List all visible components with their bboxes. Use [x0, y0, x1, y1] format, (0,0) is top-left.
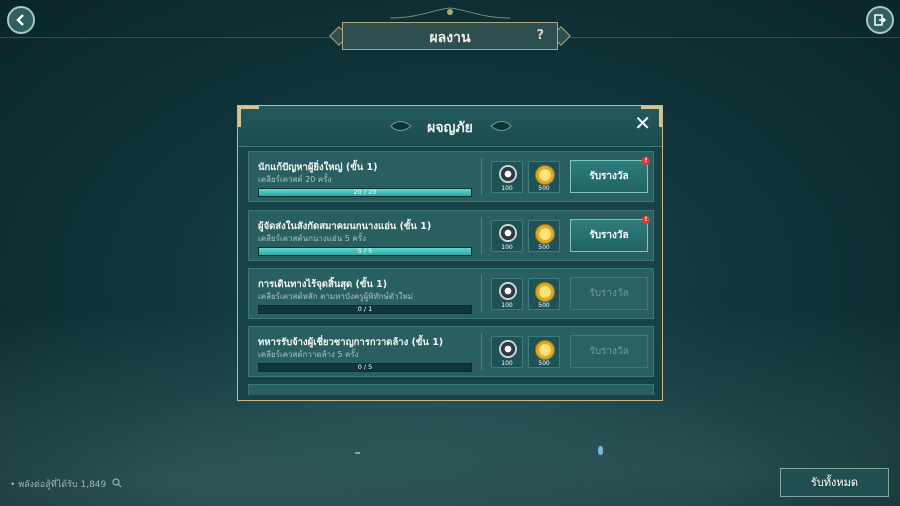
claim-button-label: รับรางวัล — [589, 230, 629, 241]
alert-badge: ! — [642, 157, 650, 165]
reward-coin: 500 — [528, 278, 560, 310]
claim-button[interactable]: รับรางวัล — [570, 335, 648, 368]
achievement-row: ทหารรับจ้างผู้เชี่ยวชาญการกวาดล้าง (ขั้น… — [248, 326, 654, 377]
progress-bar: 20 / 20 — [258, 188, 472, 197]
achievement-modal: ผจญภัย ✕ นักแก้ปัญหาผู้ยิ่งใหญ่ (ขั้น 1)… — [237, 105, 663, 401]
progress-text: 20 / 20 — [353, 188, 377, 196]
reward-amount: 100 — [501, 302, 513, 309]
achievement-row-partial — [248, 384, 654, 395]
gold-coin-icon — [535, 282, 555, 302]
progress-bar: 5 / 5 — [258, 247, 472, 256]
progress-bar: 0 / 1 — [258, 305, 472, 314]
medal-icon — [499, 224, 517, 242]
alert-badge: ! — [642, 216, 650, 224]
reward-coin: 500 — [528, 336, 560, 368]
reward-amount: 100 — [501, 244, 513, 251]
claim-button-label: รับรางวัล — [589, 171, 629, 182]
reward-amount: 100 — [501, 185, 513, 192]
achievement-row: ผู้จัดส่งในสังกัดสมาคมนกนางแอ่น (ขั้น 1)… — [248, 210, 654, 261]
achievement-description: เคลียร์เควสต์กวาดล้าง 5 ครั้ง — [258, 350, 359, 359]
medal-icon — [499, 165, 517, 183]
title-ornament-icon — [389, 7, 511, 19]
header-title-bar: ผลงาน ? — [322, 20, 578, 52]
claim-button-label: รับรางวัล — [589, 288, 629, 299]
reward-medal: 100 — [491, 278, 523, 310]
help-button[interactable]: ? — [536, 28, 544, 43]
achievement-list: นักแก้ปัญหาผู้ยิ่งใหญ่ (ขั้น 1) เคลียร์เ… — [248, 151, 654, 395]
modal-header: ผจญภัย ✕ — [238, 106, 662, 147]
reward-amount: 100 — [501, 360, 513, 367]
progress-bar: 0 / 5 — [258, 363, 472, 372]
leaf-ornament-right-icon — [490, 121, 512, 131]
reward-coin: 500 — [528, 220, 560, 252]
claim-button[interactable]: รับรางวัล ! — [570, 157, 650, 193]
reward-medal: 100 — [491, 161, 523, 193]
gold-coin-icon — [535, 165, 555, 185]
reward-amount: 500 — [538, 360, 550, 367]
modal-title: ผจญภัย — [427, 120, 473, 136]
achievement-description: เคลียร์เควสต์หลัก ตามหาบังครูผู้พิทักษ์ต… — [258, 292, 414, 301]
gold-coin-icon — [535, 224, 555, 244]
reward-coin: 500 — [528, 161, 560, 193]
progress-text: 0 / 5 — [357, 363, 373, 371]
medal-icon — [499, 340, 517, 358]
claim-all-button[interactable]: รับทั้งหมด — [780, 468, 889, 497]
progress-text: 0 / 1 — [357, 305, 373, 313]
row-divider — [481, 333, 482, 370]
row-divider — [481, 217, 482, 254]
close-icon[interactable]: ✕ — [634, 113, 651, 133]
combat-power-info: • พลังต่อสู้ที่ได้รับ 1,849 — [10, 477, 122, 491]
row-divider — [481, 158, 482, 195]
reward-amount: 500 — [538, 185, 550, 192]
reward-medal: 100 — [491, 220, 523, 252]
claim-button[interactable]: รับรางวัล — [570, 277, 648, 310]
back-button[interactable] — [7, 6, 35, 34]
achievement-row: การเดินทางไร้จุดสิ้นสุด (ขั้น 1) เคลียร์… — [248, 268, 654, 319]
combat-power-text: พลังต่อสู้ที่ได้รับ 1,849 — [18, 480, 107, 490]
claim-button[interactable]: รับรางวัล ! — [570, 216, 650, 252]
background-mark — [355, 452, 360, 454]
reward-medal: 100 — [491, 336, 523, 368]
search-icon[interactable] — [112, 478, 122, 488]
achievement-description: เคลียร์เควสต์นกนางแอ่น 5 ครั้ง — [258, 234, 366, 243]
exit-button[interactable] — [866, 6, 894, 34]
achievement-description: เคลียร์เควสต์ 20 ครั้ง — [258, 175, 332, 184]
medal-icon — [499, 282, 517, 300]
bullet-icon: • — [10, 480, 16, 490]
reward-amount: 500 — [538, 302, 550, 309]
sparkle-icon — [598, 446, 603, 455]
exit-door-icon — [874, 14, 887, 26]
achievement-row: นักแก้ปัญหาผู้ยิ่งใหญ่ (ขั้น 1) เคลียร์เ… — [248, 151, 654, 202]
reward-amount: 500 — [538, 244, 550, 251]
row-divider — [481, 275, 482, 312]
back-arrow-icon — [16, 14, 24, 26]
claim-button-label: รับรางวัล — [589, 346, 629, 357]
gold-coin-icon — [535, 340, 555, 360]
progress-text: 5 / 5 — [357, 247, 373, 255]
